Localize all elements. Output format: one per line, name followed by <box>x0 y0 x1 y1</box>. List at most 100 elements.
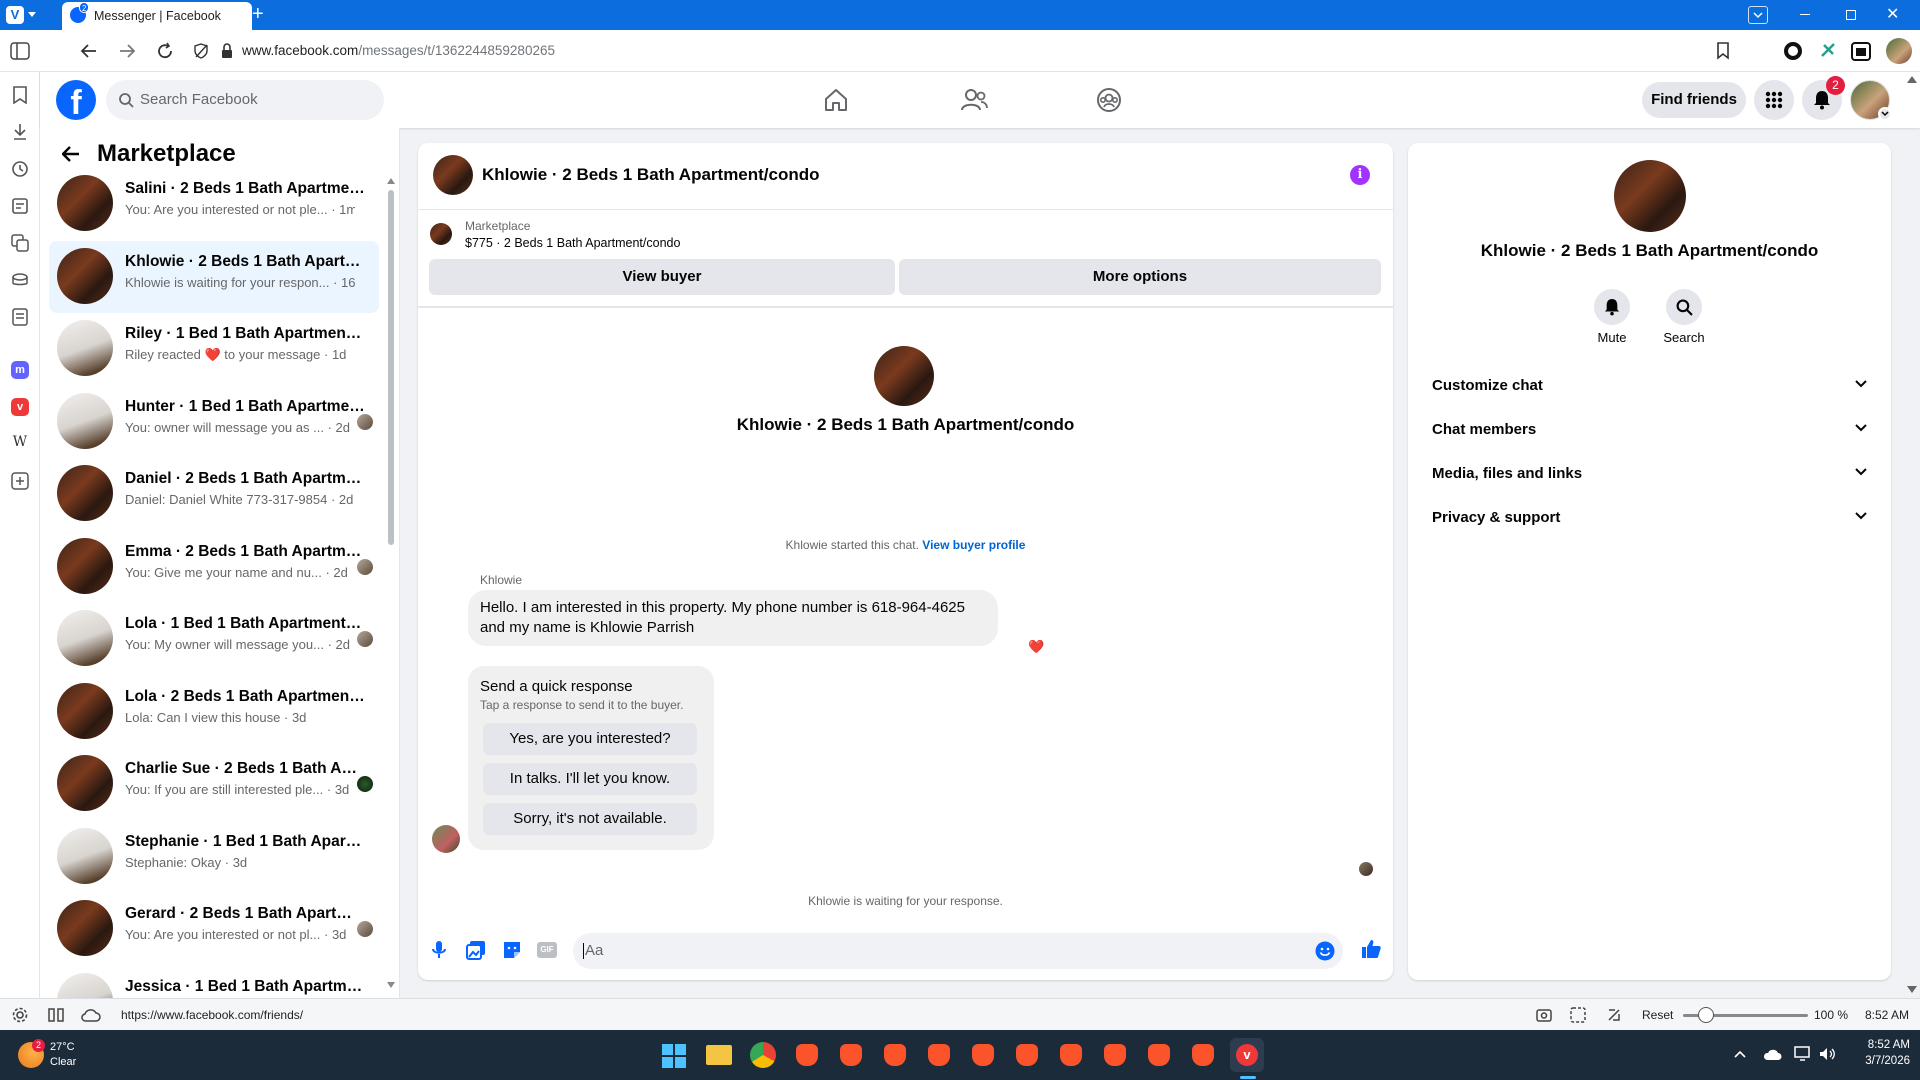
search-box[interactable]: Search Facebook <box>106 80 384 120</box>
downloads-icon[interactable] <box>12 123 28 141</box>
sync-cloud-icon[interactable] <box>81 1007 101 1023</box>
zoom-slider-handle[interactable] <box>1698 1007 1714 1023</box>
scroll-up-arrow-icon[interactable] <box>387 178 395 184</box>
tab-tiling-icon[interactable] <box>48 1007 64 1023</box>
home-icon[interactable] <box>823 87 849 113</box>
conversation-item[interactable]: Gerard · 2 Beds 1 Bath Apartment/condo Yo… <box>49 893 379 965</box>
screenshot-icon[interactable] <box>1536 1007 1552 1023</box>
add-panel-icon[interactable] <box>11 472 29 490</box>
microphone-icon[interactable] <box>431 940 447 960</box>
details-avatar[interactable] <box>1614 160 1686 232</box>
calendar-extension-icon[interactable] <box>1850 40 1872 62</box>
section-customize-chat[interactable]: Customize chat <box>1420 367 1880 403</box>
scroll-down-arrow-icon[interactable] <box>387 982 395 988</box>
brave-app-icon[interactable] <box>1142 1038 1176 1072</box>
listing-detail[interactable]: $775 · 2 Beds 1 Bath Apartment/condo <box>465 236 680 250</box>
conversation-item[interactable]: Jessica · 1 Bed 1 Bath Apartment/condo <box>49 966 379 998</box>
minimize-button[interactable] <box>1800 14 1810 15</box>
profile-avatar[interactable] <box>1886 38 1912 64</box>
message-reaction[interactable]: ❤️ <box>1028 639 1044 655</box>
facebook-logo-icon[interactable]: f <box>56 80 96 120</box>
search-chat-button[interactable] <box>1666 289 1702 325</box>
page-actions-icon[interactable] <box>1606 1007 1622 1023</box>
search-input[interactable]: Search Facebook <box>140 91 258 108</box>
mastodon-icon[interactable]: m <box>11 361 29 379</box>
message-composer[interactable]: Aa <box>573 933 1343 969</box>
vivaldi-icon[interactable]: v <box>11 398 29 416</box>
find-friends-button[interactable]: Find friends <box>1642 82 1746 118</box>
network-icon[interactable] <box>1794 1046 1812 1062</box>
sender-avatar[interactable] <box>432 825 460 853</box>
conversation-item[interactable]: Emma · 2 Beds 1 Bath Apartment/condo You:… <box>49 531 379 603</box>
message-input[interactable]: Aa <box>585 942 603 959</box>
like-icon[interactable] <box>1360 938 1382 960</box>
volume-icon[interactable] <box>1818 1046 1836 1062</box>
onedrive-icon[interactable] <box>1762 1046 1782 1062</box>
history-icon[interactable] <box>11 160 29 178</box>
bookmarks-panel-icon[interactable] <box>12 86 28 104</box>
more-options-button[interactable]: More options <box>899 259 1381 295</box>
restore-button[interactable] <box>1846 10 1856 20</box>
conversation-item[interactable]: Stephanie · 1 Bed 1 Bath Apartment/condo… <box>49 821 379 893</box>
conversation-item[interactable]: Lola · 2 Beds 1 Bath Apartment/condo Lola… <box>49 676 379 748</box>
mute-button[interactable] <box>1594 289 1630 325</box>
conversation-item[interactable]: Daniel · 2 Beds 1 Bath Apartment/condo Da… <box>49 458 379 530</box>
friends-icon[interactable] <box>960 87 988 113</box>
photo-icon[interactable] <box>466 940 486 960</box>
listing-thumbnail[interactable] <box>430 223 452 245</box>
vivaldi-menu-button[interactable]: V <box>6 5 42 25</box>
menu-button[interactable] <box>1754 80 1794 120</box>
chat-header-title[interactable]: Khlowie · 2 Beds 1 Bath Apartment/condo <box>482 165 820 185</box>
reader-icon[interactable] <box>11 308 29 326</box>
back-icon[interactable] <box>80 42 98 60</box>
view-buyer-profile-link[interactable]: View buyer profile <box>922 538 1025 552</box>
conversation-item[interactable]: Lola · 1 Bed 1 Bath Apartment/condo You: … <box>49 603 379 675</box>
conversation-item[interactable]: Riley · 1 Bed 1 Bath Apartment/condo Rile… <box>49 313 379 385</box>
gif-icon[interactable]: GIF <box>537 942 557 958</box>
file-explorer-icon[interactable] <box>706 1045 732 1065</box>
section-privacy-support[interactable]: Privacy & support <box>1420 499 1880 535</box>
translate-icon[interactable] <box>11 234 29 252</box>
page-scroll-up-icon[interactable] <box>1907 76 1917 83</box>
account-menu-chevron[interactable] <box>1878 107 1892 121</box>
chrome-icon[interactable] <box>750 1042 776 1068</box>
brave-app-icon[interactable] <box>966 1038 1000 1072</box>
chat-avatar[interactable] <box>433 155 473 195</box>
brave-app-icon[interactable] <box>834 1038 868 1072</box>
page-tiling-icon[interactable] <box>1570 1007 1586 1023</box>
emoji-icon[interactable] <box>1315 941 1335 961</box>
tray-overflow-icon[interactable] <box>1734 1050 1746 1058</box>
brave-app-icon[interactable] <box>1098 1038 1132 1072</box>
brave-app-icon[interactable] <box>922 1038 956 1072</box>
brave-app-icon[interactable] <box>790 1038 824 1072</box>
start-button[interactable] <box>662 1044 686 1068</box>
scrollbar-thumb[interactable] <box>388 190 394 545</box>
close-window-button[interactable]: ✕ <box>1886 4 1899 24</box>
section-media-files-links[interactable]: Media, files and links <box>1420 455 1880 491</box>
back-arrow-icon[interactable] <box>62 145 80 163</box>
tab-messenger[interactable]: 2 Messenger | Facebook <box>62 2 252 30</box>
quick-reply-in-talks[interactable]: In talks. I'll let you know. <box>483 763 697 795</box>
brave-app-icon[interactable] <box>878 1038 912 1072</box>
view-buyer-button[interactable]: View buyer <box>429 259 895 295</box>
reading-list-icon[interactable] <box>11 271 29 289</box>
panel-toggle-icon[interactable] <box>10 42 30 60</box>
wikipedia-icon[interactable]: W <box>11 434 29 452</box>
settings-gear-icon[interactable] <box>12 1007 28 1023</box>
groups-icon[interactable] <box>1096 87 1122 113</box>
bookmark-icon[interactable] <box>1716 42 1730 60</box>
conversation-item[interactable]: Khlowie · 2 Beds 1 Bath Apartment/condo K… <box>49 240 379 313</box>
url-field[interactable]: www.facebook.com/messages/t/136224485928… <box>242 43 555 58</box>
intro-avatar[interactable] <box>874 346 934 406</box>
zoom-reset-button[interactable]: Reset <box>1642 1008 1673 1022</box>
brave-app-icon[interactable] <box>1010 1038 1044 1072</box>
brave-app-icon[interactable] <box>1054 1038 1088 1072</box>
vivaldi-app-icon[interactable]: v <box>1230 1038 1264 1072</box>
forward-icon[interactable] <box>118 42 136 60</box>
shield-icon[interactable] <box>193 43 209 59</box>
conversation-item[interactable]: Salini · 2 Beds 1 Bath Apartment/condo Yo… <box>49 168 379 240</box>
section-chat-members[interactable]: Chat members <box>1420 411 1880 447</box>
taskbar-time[interactable]: 8:52 AM <box>1840 1039 1910 1051</box>
tab-list-button[interactable] <box>1748 6 1768 24</box>
info-icon[interactable]: i <box>1350 165 1370 185</box>
